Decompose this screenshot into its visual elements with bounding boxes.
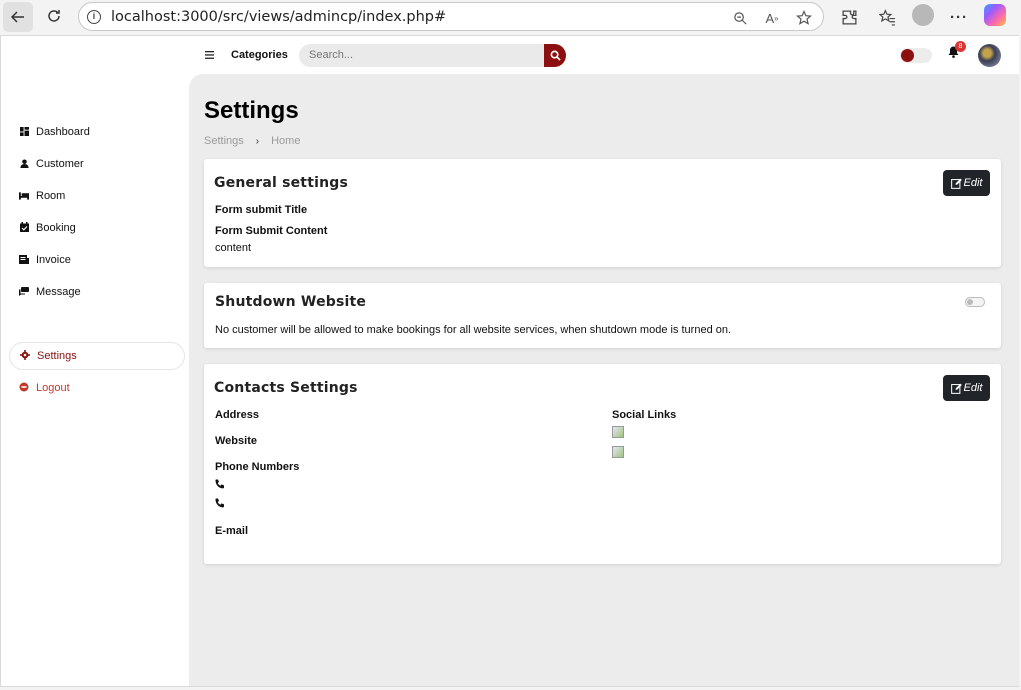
form-submit-title-label: Form submit Title [215,204,308,216]
app-window: Dashboard Customer Room Booking Invoice [0,35,1019,687]
zoom-icon[interactable] [729,7,751,29]
browser-toolbar: i localhost:3000/src/views/admincp/index… [0,0,1021,34]
gear-icon [18,350,32,362]
copilot-icon[interactable] [984,4,1006,26]
favorites-icon[interactable] [874,4,900,30]
url-text: localhost:3000/src/views/admincp/index.p… [111,8,447,25]
sidebar-item-logout[interactable]: Logout [9,374,185,402]
avatar[interactable] [978,44,1001,67]
reload-icon [48,10,60,22]
social-link-image[interactable] [612,446,624,458]
search-box [299,44,545,67]
sidebar-item-invoice[interactable]: Invoice [9,246,185,274]
sidebar-item-label: Settings [37,350,77,362]
website-label: Website [215,435,257,447]
social-link-image[interactable] [612,426,624,438]
dashboard-icon [17,126,31,138]
phone-icon [215,479,225,492]
favorite-star-icon[interactable] [793,7,815,29]
shutdown-description: No customer will be allowed to make book… [215,324,732,336]
shutdown-title: Shutdown Website [215,294,367,310]
categories-link[interactable]: Categories [231,49,288,61]
edit-label: Edit [963,382,983,394]
switch-knob [967,299,973,305]
shutdown-card: Shutdown Website No customer will be all… [204,283,1001,348]
chevron-right-icon: › [255,135,260,147]
sidebar-item-booking[interactable]: Booking [9,214,185,242]
phone-icon [215,498,225,511]
email-label: E-mail [215,525,249,537]
contacts-edit-button[interactable]: Edit [943,375,990,401]
edit-icon [950,178,962,189]
general-settings-card: General settings Edit Form submit Title … [204,159,1001,267]
breadcrumb-home[interactable]: Home [271,135,300,147]
sidebar-item-label: Message [36,286,81,298]
sidebar-item-label: Dashboard [36,126,90,138]
profile-icon[interactable] [912,4,934,26]
sidebar-item-label: Room [36,190,66,202]
sidebar-item-customer[interactable]: Customer [9,150,185,178]
sidebar-item-message[interactable]: Message [9,278,185,306]
sidebar-item-dashboard[interactable]: Dashboard [9,118,185,146]
calendar-check-icon [17,222,31,234]
menu-toggle-icon[interactable] [205,47,214,62]
arrow-left-icon [10,11,24,23]
sidebar-item-label: Logout [36,382,70,394]
sidebar-item-settings[interactable]: Settings [9,342,185,370]
notification-badge: 8 [955,41,966,52]
search-icon [550,50,561,61]
breadcrumb: Settings › Home [204,135,300,147]
search-button[interactable] [544,44,566,67]
theme-toggle[interactable] [900,48,932,63]
shutdown-switch[interactable] [965,297,985,307]
topbar: Categories 8 [189,36,1019,74]
edit-label: Edit [963,177,983,189]
edit-icon [950,383,962,394]
form-submit-content-value: content [215,242,252,254]
phone-numbers-label: Phone Numbers [215,461,300,473]
more-menu-icon[interactable]: ··· [946,4,972,30]
sidebar-item-label: Booking [36,222,76,234]
sidebar-item-label: Customer [36,158,84,170]
bed-icon [17,191,31,202]
contacts-settings-card: Contacts Settings Edit Address Website P… [204,364,1001,564]
form-submit-content-label: Form Submit Content [215,225,328,237]
search-input[interactable] [309,49,539,61]
user-icon [17,158,31,170]
sidebar-item-room[interactable]: Room [9,182,185,210]
sidebar: Dashboard Customer Room Booking Invoice [1,36,189,686]
contacts-settings-title: Contacts Settings [214,380,358,396]
address-label: Address [215,409,260,421]
general-settings-title: General settings [214,175,349,191]
comments-icon [17,286,31,298]
general-edit-button[interactable]: Edit [943,170,990,196]
read-aloud-icon[interactable]: A» [761,7,783,29]
logout-icon [17,382,31,394]
toggle-knob [901,49,914,62]
address-bar[interactable]: i localhost:3000/src/views/admincp/index… [78,2,824,31]
info-icon[interactable]: i [87,9,101,24]
reload-button[interactable] [40,2,68,30]
social-links-label: Social Links [612,409,677,421]
back-button[interactable] [3,2,33,32]
extensions-icon[interactable] [836,4,862,30]
sidebar-item-label: Invoice [36,254,71,266]
invoice-icon [17,254,31,266]
page-title: Settings [204,97,299,124]
breadcrumb-settings[interactable]: Settings [204,135,244,147]
